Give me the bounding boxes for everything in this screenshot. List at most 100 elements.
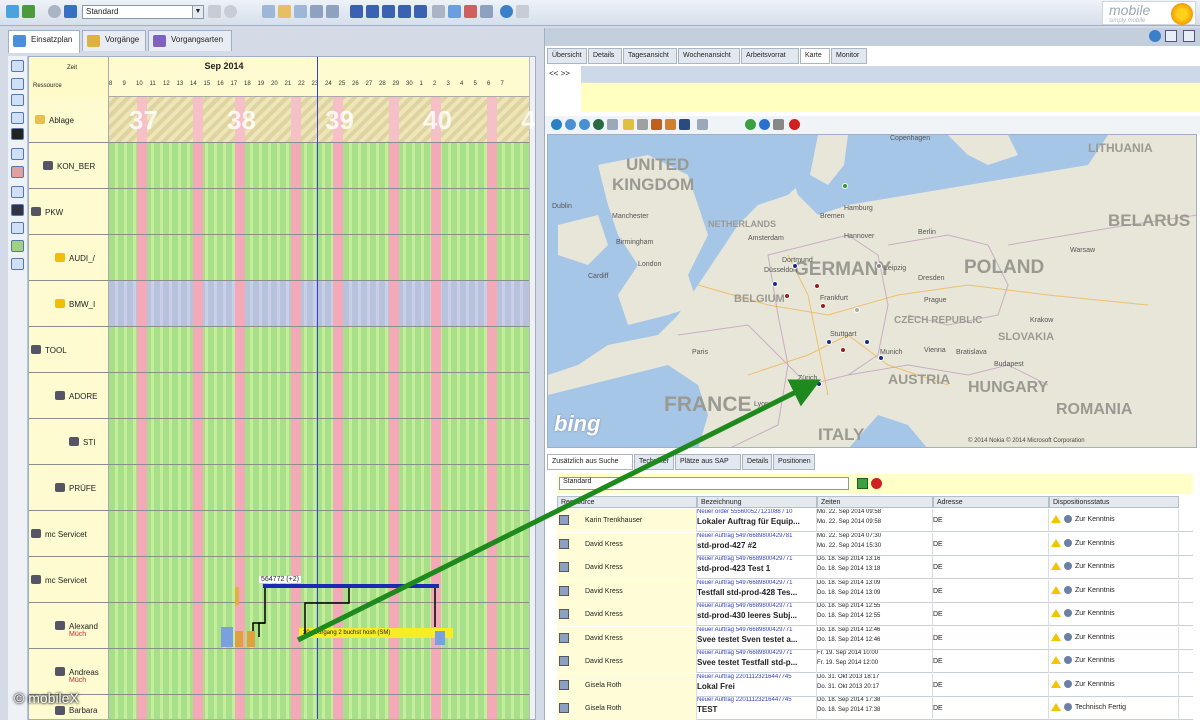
pin-icon[interactable] bbox=[679, 119, 690, 130]
map-pin[interactable] bbox=[854, 307, 860, 313]
export-icon[interactable] bbox=[480, 5, 493, 18]
tab-karte[interactable]: Karte bbox=[800, 48, 830, 64]
tab-bottom[interactable]: Positionen bbox=[773, 454, 815, 470]
tree-icon[interactable] bbox=[11, 240, 24, 252]
view-select[interactable]: Standard ▼ bbox=[82, 5, 204, 19]
map-pin[interactable] bbox=[876, 263, 882, 269]
table-row[interactable]: David Kress Neuer Auftrag 549766898004297… bbox=[557, 626, 1193, 650]
route-icon[interactable] bbox=[637, 119, 648, 130]
task-marker[interactable] bbox=[235, 587, 239, 605]
task-marker[interactable] bbox=[247, 631, 255, 647]
map-pin[interactable] bbox=[814, 283, 820, 289]
tab-tagesansicht[interactable]: Tagesansicht bbox=[623, 48, 677, 64]
calendar-icon[interactable] bbox=[11, 166, 24, 178]
tab-bottom[interactable]: Plätze aus SAP bbox=[675, 454, 741, 470]
zoom-out-icon[interactable] bbox=[579, 119, 590, 130]
home-icon[interactable] bbox=[665, 119, 676, 130]
europe-map[interactable]: UNITED KINGDOM GERMANY POLAND BELARUS LI… bbox=[547, 134, 1197, 448]
window-icon[interactable] bbox=[516, 5, 529, 18]
table-row[interactable]: Gisela Roth Neuer Auftrag 220111232164477… bbox=[557, 697, 1193, 720]
table-row[interactable]: David Kress Neuer Auftrag 549766898004297… bbox=[557, 556, 1193, 579]
go-icon[interactable] bbox=[745, 119, 756, 130]
folder-icon[interactable] bbox=[623, 119, 634, 130]
map-icon[interactable] bbox=[464, 5, 477, 18]
zoom-in-icon[interactable] bbox=[565, 119, 576, 130]
map-pin[interactable] bbox=[842, 183, 848, 189]
tab-bottom[interactable]: Details bbox=[742, 454, 772, 470]
map-pin[interactable] bbox=[816, 381, 822, 387]
chart-icon[interactable] bbox=[448, 5, 461, 18]
apply-filter-icon[interactable] bbox=[857, 478, 868, 489]
refresh-icon[interactable] bbox=[1149, 30, 1161, 42]
task-marker[interactable] bbox=[435, 631, 445, 645]
gantt-vertical-scrollbar[interactable] bbox=[529, 57, 535, 719]
column-header[interactable]: Ressource bbox=[557, 496, 697, 508]
task-marker[interactable] bbox=[235, 631, 243, 647]
chevron-down-icon[interactable]: ▼ bbox=[192, 6, 203, 18]
layers-icon[interactable] bbox=[607, 119, 618, 130]
columns-icon[interactable] bbox=[11, 186, 24, 198]
column-header[interactable]: Bezeichnung bbox=[697, 496, 817, 508]
column-header[interactable]: Adresse bbox=[933, 496, 1049, 508]
tab-bersicht[interactable]: Übersicht bbox=[547, 48, 587, 64]
team-icon[interactable] bbox=[398, 5, 411, 18]
print-icon[interactable] bbox=[697, 119, 708, 130]
tab-monitor[interactable]: Monitor bbox=[831, 48, 867, 64]
map-pin[interactable] bbox=[826, 339, 832, 345]
calendar-month-icon[interactable] bbox=[294, 5, 307, 18]
column-header[interactable]: Dispositionsstatus bbox=[1049, 496, 1179, 508]
table-row[interactable]: David Kress Neuer Auftrag 549766898004297… bbox=[557, 579, 1193, 603]
help-icon[interactable] bbox=[789, 119, 800, 130]
cancel-filter-icon[interactable] bbox=[871, 478, 882, 489]
map-pin[interactable] bbox=[820, 303, 826, 309]
info-icon[interactable] bbox=[759, 119, 770, 130]
tab-arbeitsvorrat[interactable]: Arbeitsvorrat bbox=[741, 48, 799, 64]
text-icon[interactable] bbox=[11, 60, 24, 72]
tab-einsatzplan[interactable]: Einsatzplan bbox=[8, 30, 80, 53]
car-icon[interactable] bbox=[651, 119, 662, 130]
timeline-icon[interactable] bbox=[11, 128, 24, 140]
map-pin[interactable] bbox=[840, 347, 846, 353]
tab-bottom[interactable]: Techniker bbox=[634, 454, 674, 470]
text-icon[interactable] bbox=[11, 112, 24, 124]
map-pin[interactable] bbox=[792, 263, 798, 269]
pan-icon[interactable] bbox=[593, 119, 604, 130]
map-pin[interactable] bbox=[784, 293, 790, 299]
filter-icon[interactable] bbox=[208, 5, 221, 18]
task-marker[interactable] bbox=[221, 627, 233, 647]
column-header[interactable]: Zeiten bbox=[817, 496, 933, 508]
copy-icon[interactable] bbox=[310, 5, 323, 18]
person-blue-icon[interactable] bbox=[366, 5, 379, 18]
settings-icon[interactable] bbox=[48, 5, 61, 18]
text-icon[interactable] bbox=[11, 94, 24, 106]
person-add-icon[interactable] bbox=[414, 5, 427, 18]
text-icon[interactable] bbox=[11, 78, 24, 90]
table-row[interactable]: David Kress Neuer Auftrag 549766898004297… bbox=[557, 650, 1193, 673]
table-row[interactable]: David Kress Neuer Auftrag 549766898004297… bbox=[557, 603, 1193, 626]
user-add-icon[interactable] bbox=[6, 5, 19, 18]
table-row[interactable]: David Kress Neuer Auftrag 549766898004297… bbox=[557, 532, 1193, 556]
clear-filter-icon[interactable] bbox=[224, 5, 237, 18]
paste-icon[interactable] bbox=[326, 5, 339, 18]
map-pin[interactable] bbox=[772, 281, 778, 287]
list-icon[interactable] bbox=[64, 5, 77, 18]
group-icon[interactable] bbox=[382, 5, 395, 18]
calendar-day-icon[interactable] bbox=[262, 5, 275, 18]
grid-icon[interactable] bbox=[432, 5, 445, 18]
map-pin[interactable] bbox=[878, 355, 884, 361]
tab-bottom[interactable]: Zusätzlich aus Suche bbox=[547, 454, 633, 470]
calendar-week-icon[interactable] bbox=[278, 5, 291, 18]
maximize-icon[interactable] bbox=[1165, 30, 1177, 42]
number-icon[interactable] bbox=[11, 148, 24, 160]
tool-icon[interactable] bbox=[11, 204, 24, 216]
user-icon[interactable] bbox=[22, 5, 35, 18]
table-row[interactable]: Gisela Roth Neuer Auftrag 220111232164477… bbox=[557, 673, 1193, 697]
tab-vorgangsarten[interactable]: Vorgangsarten bbox=[148, 30, 232, 51]
tab-wochenansicht[interactable]: Wochenansicht bbox=[678, 48, 740, 64]
filter-select[interactable]: Standard bbox=[559, 477, 849, 490]
person-icon[interactable] bbox=[350, 5, 363, 18]
gantt-chart[interactable]: Zeit Ressource Sep 2014 8 9 10 11 12 13 14 15 16… bbox=[28, 56, 536, 720]
stats-icon[interactable] bbox=[11, 258, 24, 270]
network-icon[interactable] bbox=[11, 222, 24, 234]
close-icon[interactable] bbox=[773, 119, 784, 130]
